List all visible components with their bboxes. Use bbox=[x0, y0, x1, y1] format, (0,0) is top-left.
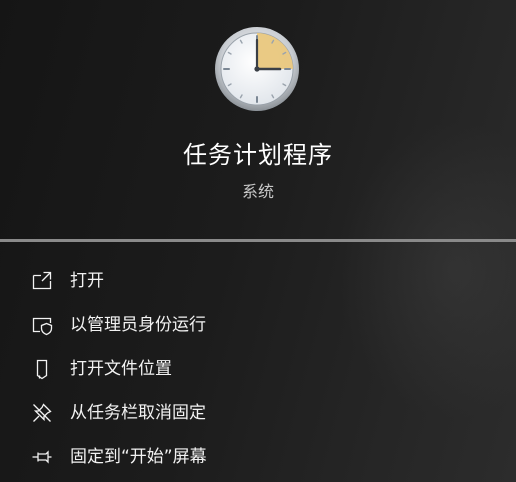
context-menu: 打开 以管理员身份运行 打开文件位置 从任务栏取消固定 固定到“开始”屏幕 bbox=[0, 259, 516, 479]
menu-item-label: 打开文件位置 bbox=[70, 359, 172, 379]
menu-item-label: 固定到“开始”屏幕 bbox=[70, 447, 207, 467]
menu-item-run-as-admin[interactable]: 以管理员身份运行 bbox=[0, 303, 516, 347]
app-category: 系统 bbox=[241, 182, 274, 201]
unpin-icon bbox=[31, 402, 53, 424]
clock-icon bbox=[214, 26, 300, 112]
app-header: 任务计划程序 系统 bbox=[0, 0, 516, 239]
menu-item-unpin-taskbar[interactable]: 从任务栏取消固定 bbox=[0, 391, 516, 435]
menu-item-label: 从任务栏取消固定 bbox=[70, 403, 206, 423]
shield-admin-icon bbox=[31, 314, 53, 336]
divider bbox=[0, 239, 516, 242]
menu-item-label: 以管理员身份运行 bbox=[70, 315, 206, 335]
open-external-icon bbox=[31, 270, 53, 292]
pin-icon bbox=[31, 446, 53, 468]
menu-item-open[interactable]: 打开 bbox=[0, 259, 516, 303]
menu-item-label: 打开 bbox=[70, 271, 104, 291]
menu-item-open-file-location[interactable]: 打开文件位置 bbox=[0, 347, 516, 391]
jump-list-panel: 任务计划程序 系统 打开 以管理员身份运行 打开文件位置 从任务栏取消固定 固定… bbox=[0, 0, 516, 482]
app-name[interactable]: 任务计划程序 bbox=[0, 135, 516, 170]
menu-item-pin-start[interactable]: 固定到“开始”屏幕 bbox=[0, 435, 516, 479]
file-location-icon bbox=[31, 358, 53, 380]
